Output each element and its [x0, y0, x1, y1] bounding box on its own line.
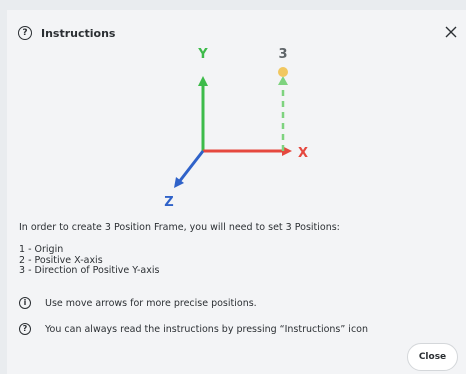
y-axis-arrow: [198, 76, 208, 86]
intro-text: In order to create 3 Position Frame, you…: [19, 222, 340, 233]
step-1: 1 - Origin: [19, 244, 64, 255]
step-3: 3 - Direction of Positive Y-axis: [19, 265, 160, 276]
step-2: 2 - Positive X-axis: [19, 254, 103, 266]
point-3-label: 3: [278, 47, 287, 62]
close-button[interactable]: Close: [407, 343, 458, 371]
note-instructions-text: You can always read the instructions by …: [45, 323, 369, 335]
axis-diagram: Y X Z 3: [164, 47, 308, 210]
note-move-arrows-text: Use move arrows for more precise positio…: [45, 297, 257, 309]
z-axis-line: [177, 150, 205, 183]
steps-list: 1 - Origin 2 - Positive X-axis 3 - Direc…: [19, 244, 159, 276]
note-instructions: ? You can always read the instructions b…: [19, 323, 368, 335]
dashed-direction-arrow: [278, 76, 288, 85]
y-axis-label: Y: [197, 47, 208, 62]
x-axis-label: X: [298, 146, 308, 161]
point-3-marker: [278, 67, 288, 77]
z-axis-label: Z: [164, 195, 173, 210]
question-circle-icon: ?: [19, 323, 31, 335]
note-move-arrows: i Use move arrows for more precise posit…: [19, 297, 257, 309]
instructions-dialog: ? Instructions Y X Z 3 In order to creat…: [7, 10, 466, 374]
info-circle-icon: i: [19, 297, 31, 309]
